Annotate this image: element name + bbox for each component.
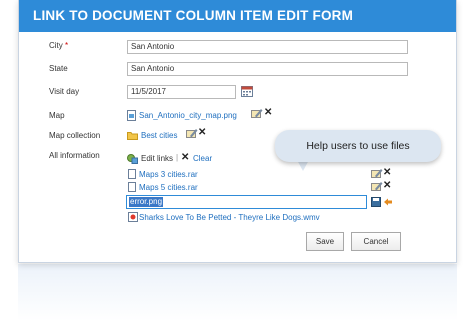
folder-icon	[127, 132, 138, 140]
edit-icon[interactable]	[371, 168, 383, 179]
map-label: Map	[49, 111, 65, 120]
delete-icon[interactable]: ✕	[383, 168, 391, 178]
save-button[interactable]: Save	[306, 232, 344, 251]
list-item: Sharks Love To Be Petted - Theyre Like D…	[126, 211, 394, 223]
selected-text: error.png	[129, 197, 164, 207]
calendar-icon[interactable]	[241, 85, 253, 97]
all-information-label: All information	[49, 151, 100, 160]
city-label: City *	[49, 41, 68, 50]
edit-form: LINK TO DOCUMENT COLUMN ITEM EDIT FORM C…	[18, 0, 457, 263]
delete-icon[interactable]: ✕	[198, 128, 206, 138]
delete-icon[interactable]: ✕	[383, 181, 391, 191]
undo-icon[interactable]	[383, 197, 393, 207]
help-tooltip: Help users to use files	[275, 130, 441, 162]
file-name-input[interactable]: error.png	[126, 195, 367, 209]
file-link[interactable]: Maps 5 cities.rar	[139, 183, 198, 192]
visit-day-input[interactable]: 11/5/2017	[127, 85, 236, 99]
edit-links-icon	[127, 154, 138, 164]
archive-file-icon	[128, 169, 136, 179]
map-collection-link[interactable]: Best cities	[141, 131, 177, 140]
list-item: Maps 5 cities.rar ✕	[126, 181, 394, 193]
file-link[interactable]: Sharks Love To Be Petted - Theyre Like D…	[139, 213, 320, 222]
required-mark: *	[65, 41, 69, 50]
separator: |	[176, 153, 179, 162]
image-file-icon	[127, 110, 136, 121]
state-input[interactable]: San Antonio	[127, 62, 408, 76]
map-collection-label: Map collection	[49, 131, 101, 140]
file-link[interactable]: Maps 3 cities.rar	[139, 170, 198, 179]
edit-icon[interactable]	[251, 108, 263, 119]
video-file-icon	[128, 212, 138, 222]
cancel-button[interactable]: Cancel	[351, 232, 401, 251]
file-list: Maps 3 cities.rar ✕ Maps 5 cities.rar ✕ …	[126, 168, 394, 222]
map-file-link[interactable]: San_Antonio_city_map.png	[139, 111, 237, 120]
clear-button[interactable]: Clear	[193, 154, 212, 163]
delete-icon[interactable]: ✕	[264, 108, 272, 118]
city-label-text: City	[49, 41, 63, 50]
clear-icon[interactable]: ✕	[181, 153, 189, 163]
save-icon[interactable]	[371, 197, 381, 207]
edit-links-button[interactable]: Edit links	[141, 154, 173, 163]
archive-file-icon	[128, 182, 136, 192]
form-title: LINK TO DOCUMENT COLUMN ITEM EDIT FORM	[19, 0, 456, 32]
edit-icon[interactable]	[371, 181, 383, 192]
form-reflection	[18, 264, 457, 321]
visit-day-label: Visit day	[49, 87, 80, 96]
edit-icon[interactable]	[186, 128, 198, 139]
city-input[interactable]: San Antonio	[127, 40, 408, 54]
state-label: State	[49, 64, 68, 73]
list-item-editing: error.png	[126, 195, 394, 209]
list-item: Maps 3 cities.rar ✕	[126, 168, 394, 180]
